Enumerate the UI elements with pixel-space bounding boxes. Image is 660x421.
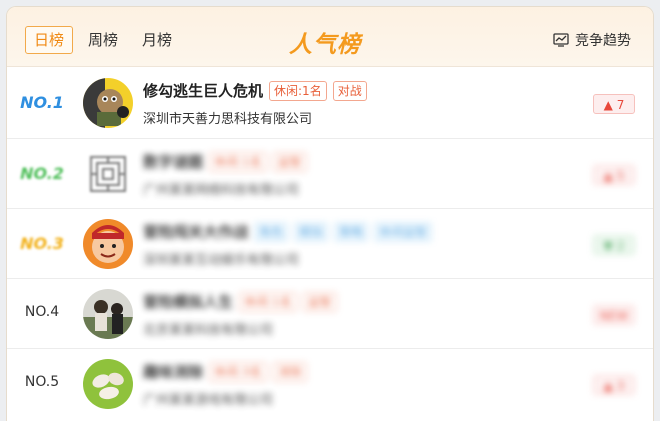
company-name: 广州某某游戏有限公司 [143, 393, 274, 408]
list-item[interactable]: NO.5 趣味消除 休闲:3名 消除 广州某某游戏有限公司 ▲ 3 [7, 348, 653, 418]
rank-change-badge: ▼ 2 [593, 235, 635, 255]
rank-change-badge: ▲ 3 [593, 375, 635, 395]
category-tag: 休闲:1名 [269, 80, 327, 101]
period-tabs: 日榜 周榜 月榜 [25, 26, 187, 54]
game-name[interactable]: 趣味消除 [143, 361, 203, 382]
rank-change-badge: ▲ 5 [593, 165, 635, 185]
tab-weekly[interactable]: 周榜 [79, 26, 127, 54]
list-item[interactable]: NO.4 冒险模拟人生 休闲:1名 益智 北京某某科技有限公司 NEW [7, 278, 653, 348]
company-name: 广州某某网络科技有限公司 [143, 183, 300, 198]
ranking-panel: 日榜 周榜 月榜 人气榜 竞争趋势 NO.1 修勾逃生巨人危机 休闲:1名 对战… [6, 6, 654, 421]
avatar [83, 78, 133, 128]
avatar [83, 289, 133, 339]
category-tag: 休闲:1名 [209, 151, 267, 172]
category-tag: 益智 [272, 151, 307, 172]
list-item[interactable]: NO.1 修勾逃生巨人危机 休闲:1名 对战 深圳市天善力思科技有限公司 ▲ 7 [7, 68, 653, 138]
game-name[interactable]: 冒险模拟人生 [143, 291, 233, 312]
ranking-header: 日榜 周榜 月榜 人气榜 竞争趋势 [7, 7, 653, 67]
rank-label: NO.2 [20, 164, 64, 183]
page-title: 人气榜 [289, 32, 361, 58]
competition-trend-link[interactable]: 竞争趋势 [553, 30, 631, 50]
rank-change-badge: NEW [593, 305, 635, 325]
category-tag: 策略 [334, 221, 369, 242]
category-tag: 休闲:3名 [209, 361, 267, 382]
game-name[interactable]: 数字谜题 [143, 151, 203, 172]
category-tag: 模拟 [294, 221, 329, 242]
chart-trend-icon [553, 33, 569, 47]
category-tag: 休闲:1名 [239, 291, 297, 312]
rank-label: NO.1 [20, 93, 64, 112]
company-name: 深圳某某互动娱乐有限公司 [143, 253, 300, 268]
category-tag: 休闲益智 [374, 221, 433, 242]
rank-label: NO.5 [24, 374, 60, 390]
tab-daily[interactable]: 日榜 [25, 26, 74, 54]
company-name: 深圳市天善力思科技有限公司 [143, 112, 313, 127]
avatar [83, 149, 133, 199]
trend-label: 竞争趋势 [575, 33, 631, 49]
rank-label: NO.3 [20, 234, 64, 253]
game-name[interactable]: 冒险闯关大作战 [143, 221, 248, 242]
tab-monthly[interactable]: 月榜 [133, 26, 181, 54]
rank-change-badge: ▲ 7 [593, 94, 635, 114]
category-tag: 角色 [254, 221, 289, 242]
rank-label: NO.4 [24, 304, 60, 320]
company-name: 北京某某科技有限公司 [143, 323, 274, 338]
avatar [83, 359, 133, 409]
game-name[interactable]: 修勾逃生巨人危机 [143, 80, 263, 101]
avatar [83, 219, 133, 269]
list-item[interactable]: NO.2 数字谜题 休闲:1名 益智 广州某某网络科技有限公司 ▲ 5 [7, 138, 653, 208]
category-tag: 对战 [332, 80, 367, 101]
category-tag: 消除 [272, 361, 307, 382]
list-item[interactable]: NO.3 冒险闯关大作战 角色 模拟 策略 休闲益智 深圳某某互动娱乐有限公司 … [7, 208, 653, 278]
category-tag: 益智 [302, 291, 337, 312]
